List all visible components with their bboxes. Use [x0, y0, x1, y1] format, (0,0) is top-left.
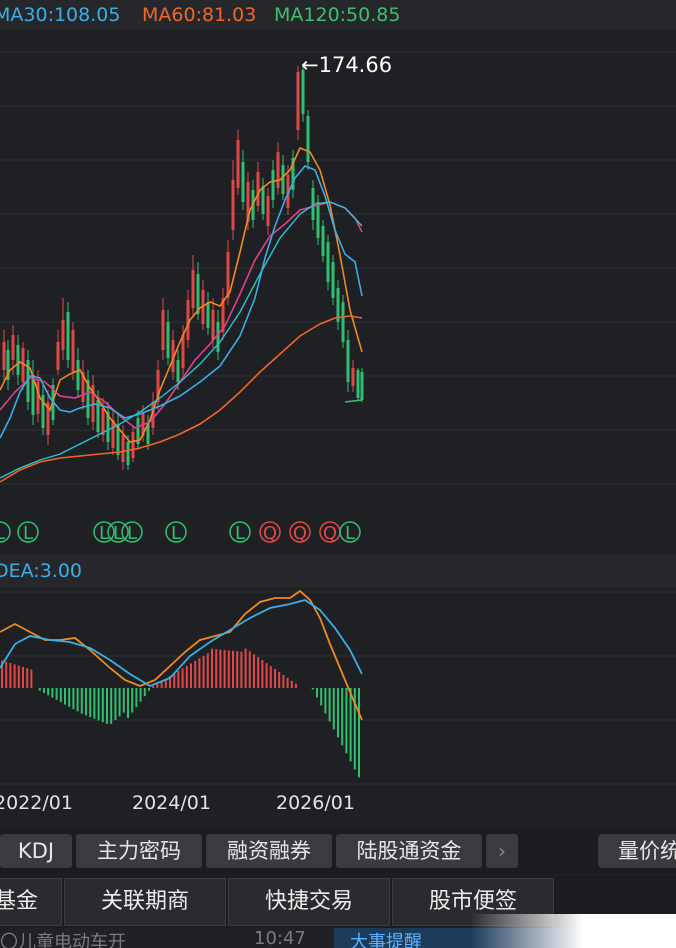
fade-overlay — [470, 914, 676, 948]
candle-body — [76, 360, 80, 390]
candle-body — [226, 252, 230, 298]
candle-body — [331, 262, 335, 298]
signal-markers: LLLLLLLQQQL — [0, 521, 361, 544]
candle-body — [360, 372, 364, 400]
signal-marker-label: Q — [263, 523, 277, 544]
candle-body — [176, 360, 180, 382]
ma120-line — [344, 399, 363, 403]
dea-label: DEA:3.00 — [0, 560, 83, 582]
nav-related-futures[interactable]: 关联期商 — [64, 878, 226, 926]
date-label-2: 2024/01 — [132, 792, 211, 814]
candle-body — [71, 330, 75, 372]
ma30-label: MA30:108.05 — [0, 4, 121, 26]
candle-body — [186, 300, 190, 340]
candle-body — [271, 170, 275, 200]
news-time: 10:47 — [254, 928, 306, 948]
ma5-line — [0, 146, 363, 443]
macd-chart[interactable] — [0, 588, 676, 826]
tab-main-capital[interactable]: 主力密码 — [76, 834, 202, 868]
candle-body — [276, 152, 280, 188]
signal-marker-label: L — [0, 523, 5, 544]
candle-body — [191, 270, 195, 308]
tabs-scroll-arrow-icon[interactable]: › — [486, 834, 518, 868]
tab-northbound-capital[interactable]: 陆股通资金 — [336, 834, 482, 868]
candle-body — [351, 368, 355, 386]
candle-body — [206, 302, 210, 328]
candle-body — [131, 432, 135, 458]
candle-body — [16, 345, 20, 375]
signal-marker-label: L — [171, 523, 181, 544]
candle-body — [111, 420, 115, 448]
candle-body — [101, 408, 105, 435]
ma120-label: MA120:50.85 — [274, 4, 401, 26]
candle-body — [121, 435, 125, 462]
price-chart[interactable]: ←174.66 LLLLLLLQQQL — [0, 30, 676, 550]
signal-marker-label: L — [127, 523, 137, 544]
candle-body — [181, 335, 185, 368]
signal-marker-label: Q — [293, 523, 307, 544]
candle-body — [2, 342, 6, 370]
signal-marker-label: L — [235, 523, 245, 544]
candle-body — [241, 162, 245, 202]
candle-body — [161, 310, 165, 350]
tab-volume-price[interactable]: 量价统 — [598, 834, 676, 868]
candle-body — [11, 335, 15, 360]
candle-body — [216, 322, 220, 352]
signal-marker-label: L — [345, 523, 355, 544]
nav-fund[interactable]: 基金 — [0, 878, 62, 926]
ma-legend-bar: MA30:108.05 MA60:81.03 MA120:50.85 — [0, 0, 676, 30]
candle-body — [231, 180, 235, 230]
candle-body — [61, 320, 65, 350]
candle-body — [306, 116, 310, 162]
candle-body — [56, 342, 60, 370]
indicator-tabs: KDJ 主力密码 融资融券 陆股通资金 › 量价统 — [0, 830, 676, 874]
date-label-3: 2026/01 — [276, 792, 355, 814]
ma60-label: MA60:81.03 — [142, 4, 257, 26]
candle-body — [211, 310, 215, 340]
candle-body — [261, 186, 265, 214]
candlesticks — [2, 64, 364, 470]
dea-line — [0, 599, 363, 688]
candle-body — [266, 196, 270, 226]
candle-body — [126, 442, 130, 465]
candle-body — [346, 340, 350, 382]
candle-body — [166, 322, 170, 358]
nav-quick-trade[interactable]: 快捷交易 — [228, 878, 390, 926]
tab-margin-trading[interactable]: 融资融券 — [206, 834, 332, 868]
candle-body — [341, 302, 345, 342]
high-price-label: ←174.66 — [301, 53, 392, 77]
candle-body — [66, 312, 70, 360]
tab-kdj[interactable]: KDJ — [0, 834, 72, 868]
candle-body — [236, 140, 240, 188]
candle-body — [296, 72, 300, 130]
price-grid — [0, 51, 676, 485]
macd-legend-bar: DEA:3.00 — [0, 554, 676, 588]
candle-body — [256, 172, 260, 206]
signal-marker-label: L — [23, 523, 33, 544]
date-label-1: 2022/01 — [0, 792, 73, 814]
candle-body — [326, 242, 330, 282]
candle-body — [321, 226, 325, 256]
candle-body — [281, 165, 285, 194]
candle-body — [316, 202, 320, 238]
signal-marker-label: Q — [323, 523, 337, 544]
candle-body — [356, 370, 360, 398]
